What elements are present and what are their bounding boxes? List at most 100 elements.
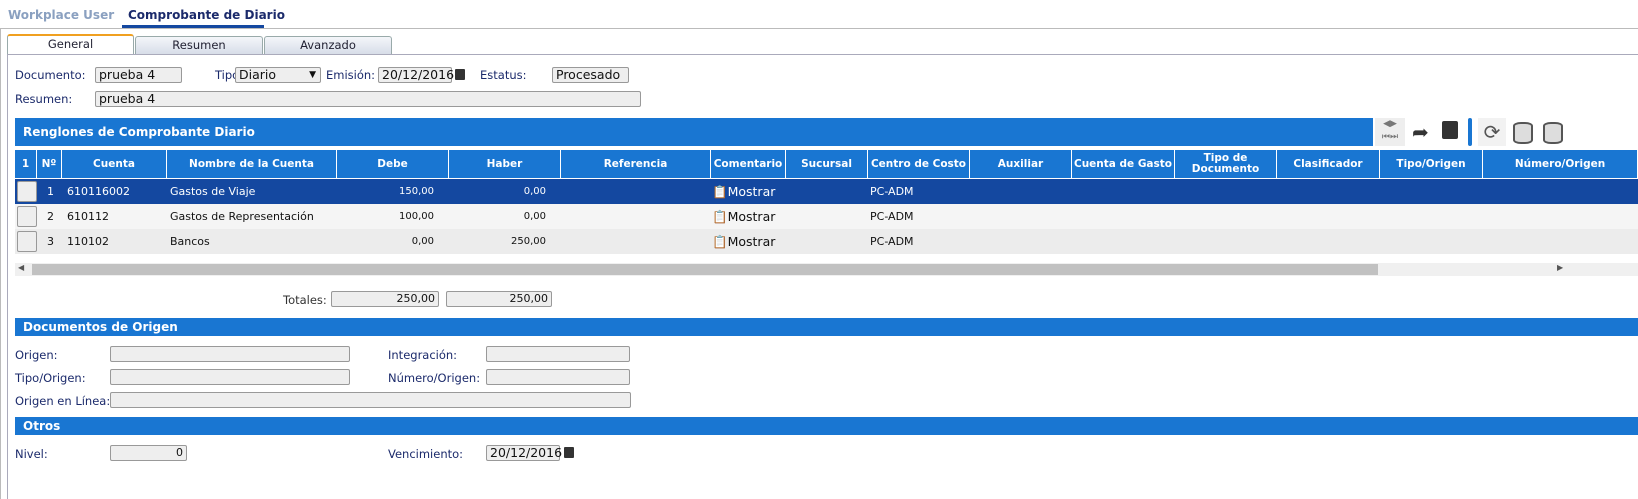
tipo-origen-label: Tipo/Origen: (15, 371, 86, 385)
haber-cell: 0,00 (523, 186, 546, 197)
otros-title: Otros (23, 419, 61, 433)
haber-cell: 250,00 (511, 236, 546, 247)
comentario-cell[interactable]: 📋Mostrar (712, 179, 775, 204)
tab-workplace-user[interactable]: Workplace User (8, 8, 114, 22)
cuenta-cell: 610116002 (67, 185, 130, 198)
documento-label: Documento: (15, 68, 86, 82)
row-select-checkbox[interactable] (17, 181, 37, 202)
clipboard-icon: 📋 (712, 234, 728, 249)
emision-field[interactable]: 20/12/2016 (378, 67, 454, 83)
comentario-cell[interactable]: 📋Mostrar (712, 204, 775, 229)
column-header[interactable]: Cuenta de Gasto (1072, 150, 1175, 178)
tipo-select[interactable]: Diario ▼ (235, 67, 321, 83)
scroll-left-icon[interactable]: ◀ (18, 263, 24, 272)
row-number: 1 (47, 185, 54, 198)
redo-arrow-icon[interactable]: ➦ (1412, 120, 1429, 144)
centro-costo-cell: PC-ADM (870, 185, 914, 198)
column-header[interactable]: Tipo/Origen (1380, 150, 1483, 178)
total-debe: 250,00 (331, 291, 439, 307)
documento-field[interactable]: prueba 4 (95, 67, 182, 83)
scroll-right-icon[interactable]: ▶ (1557, 263, 1563, 272)
column-header[interactable]: Cuenta (62, 150, 167, 178)
comentario-cell[interactable]: 📋Mostrar (712, 229, 775, 254)
row-select-checkbox[interactable] (17, 206, 37, 227)
haber-cell: 0,00 (523, 211, 546, 222)
otros-header: Otros (15, 417, 1638, 435)
database-import-icon[interactable] (1543, 122, 1563, 144)
documentos-origen-header: Documentos de Origen (15, 318, 1638, 336)
column-header[interactable]: Nombre de la Cuenta (167, 150, 337, 178)
table-row[interactable]: 1 610116002 Gastos de Viaje 150,00 0,00 … (15, 179, 1638, 204)
column-header[interactable]: Haber (449, 150, 561, 178)
puzzle-icon[interactable] (1442, 121, 1458, 139)
toolbar-divider (1468, 118, 1472, 146)
grid-title: Renglones de Comprobante Diario (23, 125, 255, 139)
column-header[interactable]: Tipo de Documento (1175, 150, 1277, 178)
resumen-label: Resumen: (15, 92, 73, 106)
nombre-cell: Gastos de Viaje (170, 185, 256, 198)
table-row[interactable]: 2 610112 Gastos de Representación 100,00… (15, 204, 1638, 229)
origen-linea-label: Origen en Línea: (15, 394, 111, 408)
cuenta-cell: 110102 (67, 235, 109, 248)
totales-label: Totales: (283, 293, 327, 307)
clipboard-icon: 📋 (712, 184, 728, 199)
table-row[interactable]: 3 110102 Bancos 0,00 250,00 📋Mostrar PC-… (15, 229, 1638, 254)
integracion-field[interactable] (486, 346, 630, 362)
nombre-cell: Bancos (170, 235, 210, 248)
origen-label: Origen: (15, 348, 58, 362)
centro-costo-cell: PC-ADM (870, 235, 914, 248)
dropdown-arrow-icon: ▼ (309, 70, 316, 80)
calendar-icon[interactable] (564, 447, 574, 458)
estatus-label: Estatus: (480, 68, 527, 82)
pagination-arrows-icon[interactable]: ◀▶ ⏮⏭ (1375, 118, 1405, 146)
row-select-checkbox[interactable] (17, 231, 37, 252)
horizontal-scrollbar[interactable]: ◀ ▶ (15, 263, 1638, 276)
origen-linea-field[interactable] (110, 392, 631, 408)
subtab-general[interactable]: General (7, 34, 134, 54)
column-header[interactable]: Sucursal (786, 150, 868, 178)
refresh-icon[interactable]: ⟳ (1478, 118, 1506, 146)
column-header[interactable]: Referencia (561, 150, 711, 178)
mostrar-link[interactable]: Mostrar (728, 234, 776, 249)
column-header[interactable]: Debe (337, 150, 449, 178)
row-number: 3 (47, 235, 54, 248)
grid-title-bar: Renglones de Comprobante Diario (15, 118, 1373, 146)
row-number: 2 (47, 210, 54, 223)
clipboard-icon: 📋 (712, 209, 728, 224)
numero-origen-field[interactable] (486, 369, 630, 385)
integracion-label: Integración: (388, 348, 458, 362)
tipo-origen-field[interactable] (110, 369, 350, 385)
nombre-cell: Gastos de Representación (170, 210, 314, 223)
debe-cell: 100,00 (399, 211, 434, 222)
centro-costo-cell: PC-ADM (870, 210, 914, 223)
scrollbar-thumb[interactable] (32, 264, 1378, 275)
column-header[interactable]: Número/Origen (1483, 150, 1638, 178)
database-export-icon[interactable] (1513, 122, 1533, 144)
documentos-origen-title: Documentos de Origen (23, 320, 178, 334)
resumen-field[interactable]: prueba 4 (95, 91, 641, 107)
mostrar-link[interactable]: Mostrar (728, 209, 776, 224)
column-header[interactable]: Centro de Costo (868, 150, 970, 178)
cuenta-cell: 610112 (67, 210, 109, 223)
column-header[interactable]: 1 (15, 150, 37, 178)
origen-field[interactable] (110, 346, 350, 362)
vencimiento-field[interactable]: 20/12/2016 (486, 445, 562, 461)
total-haber: 250,00 (446, 291, 552, 307)
column-header[interactable]: Nº (37, 150, 62, 178)
vencimiento-label: Vencimiento: (388, 447, 464, 461)
debe-cell: 150,00 (399, 186, 434, 197)
estatus-field: Procesado (552, 67, 629, 83)
tab-comprobante-de-diario[interactable]: Comprobante de Diario (128, 8, 285, 22)
column-header[interactable]: Comentario (711, 150, 786, 178)
nivel-label: Nivel: (15, 447, 48, 461)
debe-cell: 0,00 (411, 236, 434, 247)
tipo-value: Diario (239, 67, 277, 82)
nivel-field[interactable]: 0 (110, 445, 187, 461)
mostrar-link[interactable]: Mostrar (728, 184, 776, 199)
column-header[interactable]: Auxiliar (970, 150, 1072, 178)
numero-origen-label: Número/Origen: (388, 371, 481, 385)
calendar-icon[interactable] (455, 69, 465, 80)
subtab-avanzado[interactable]: Avanzado (264, 36, 392, 54)
subtab-resumen[interactable]: Resumen (135, 36, 263, 54)
column-header[interactable]: Clasificador (1277, 150, 1380, 178)
